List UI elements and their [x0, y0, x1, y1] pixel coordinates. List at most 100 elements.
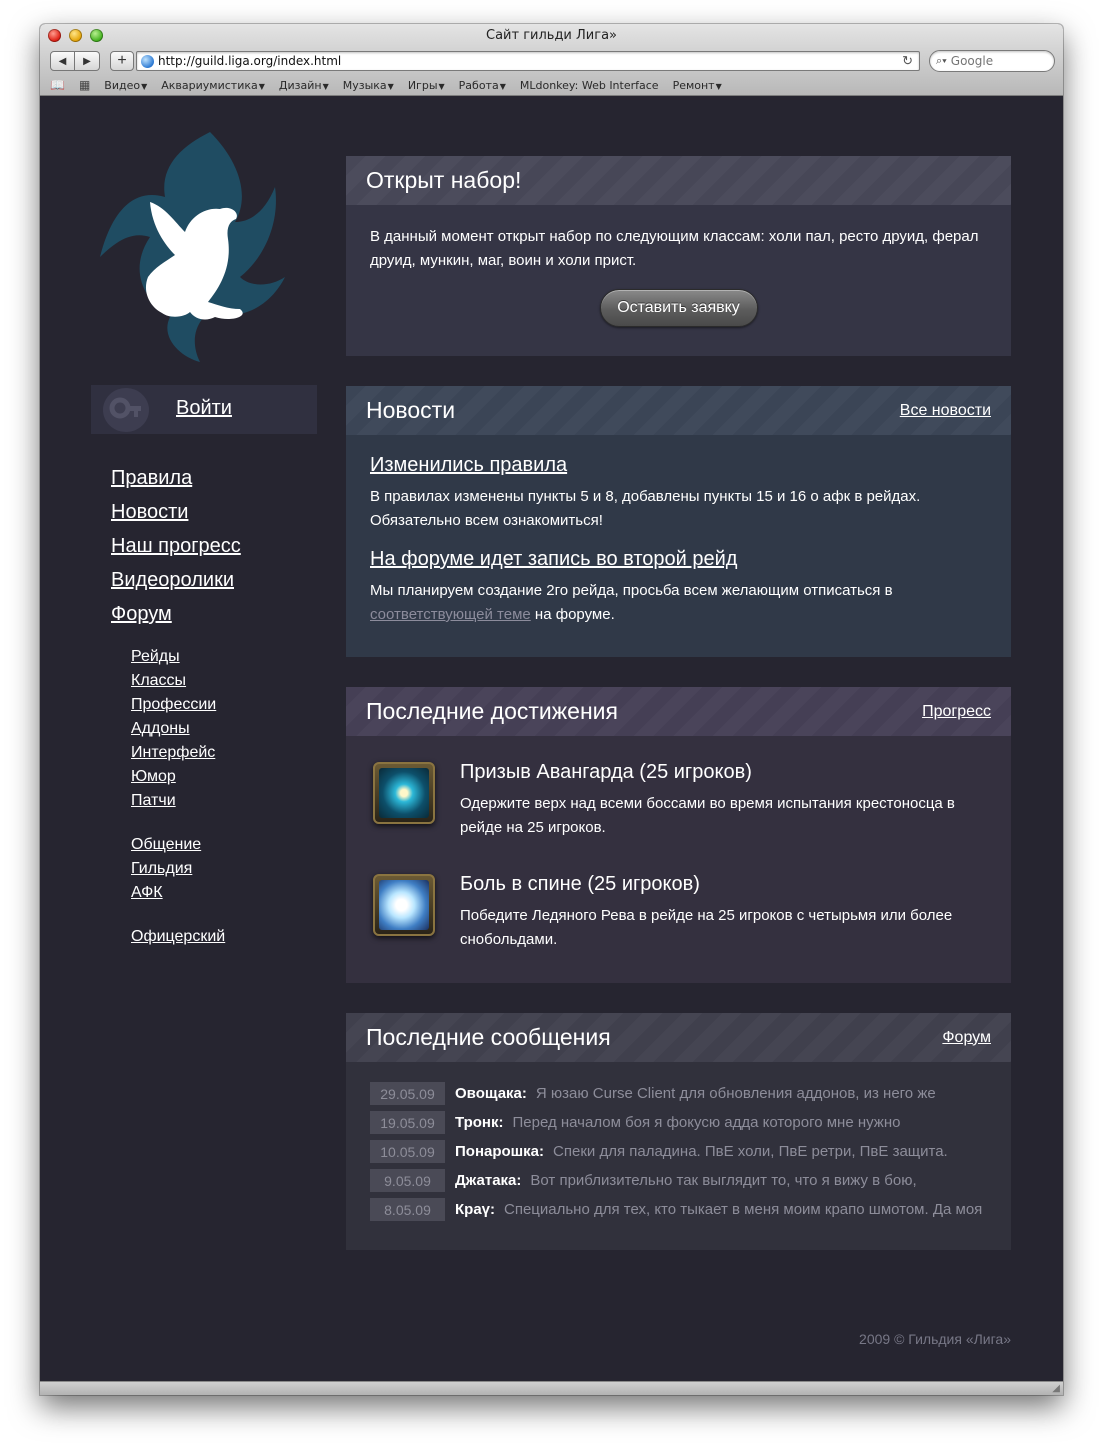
achievement-description: Победите Ледяного Рева в рейде на 25 игр…: [460, 907, 953, 948]
achievement-title: Призыв Авангарда (25 игроков): [460, 761, 752, 783]
message-row[interactable]: 8.05.09 Краү: Специально для тех, кто тыка…: [370, 1195, 987, 1224]
login-box: Войти: [91, 385, 317, 434]
message-date: 9.05.09: [370, 1169, 445, 1192]
message-row[interactable]: 19.05.09 Тронк: Перед началом боя я фокусю…: [370, 1108, 987, 1137]
chevron-down-icon: ▼: [322, 81, 329, 91]
news-item-text: В правилах изменены пункты 5 и 8, добавл…: [370, 488, 921, 529]
chevron-down-icon: ▼: [387, 81, 394, 91]
chevron-down-icon: ▼: [141, 81, 148, 91]
achievement-item: Призыв Авангарда (25 игроков) Одержите в…: [370, 760, 987, 850]
message-date: 29.05.09: [370, 1082, 445, 1105]
login-link[interactable]: Войти: [176, 397, 232, 420]
message-text: Спеки для паладина. ПвЕ холи, ПвЕ ретри,…: [553, 1142, 948, 1160]
forum-section-link[interactable]: Рейды: [131, 645, 216, 669]
bookmark-item[interactable]: Аквариумистика▼: [161, 79, 265, 92]
achievements-panel: Последние достижения Прогресс Призыв Ава…: [346, 687, 1011, 983]
progress-link[interactable]: Прогресс: [922, 703, 991, 721]
message-text: Специально для тех, кто тыкает в меня мо…: [504, 1200, 983, 1218]
grid-icon[interactable]: ▦: [79, 78, 90, 92]
messages-panel: Последние сообщения Форум 29.05.09 Овощак…: [346, 1013, 1011, 1250]
message-date: 8.05.09: [370, 1198, 445, 1221]
achievement-description: Одержите верх над всеми боссами во время…: [460, 795, 955, 836]
apply-button[interactable]: Оставить заявку: [599, 289, 758, 327]
message-row[interactable]: 29.05.09 Овощака: Я юзаю Curse Client для …: [370, 1079, 987, 1108]
achievement-item: Боль в спине (25 игроков) Победите Ледян…: [370, 872, 987, 962]
forum-section-link[interactable]: Юмор: [131, 765, 216, 789]
bookmark-item[interactable]: Музыка▼: [343, 79, 394, 92]
news-item-text: Мы планируем создание 2го рейда, просьба…: [370, 579, 987, 627]
forum-section-link[interactable]: Профессии: [131, 693, 216, 717]
add-bookmark-button[interactable]: +: [110, 51, 134, 71]
book-icon[interactable]: 📖: [50, 78, 65, 92]
messages-header: Последние сообщения Форум: [346, 1013, 1011, 1062]
forum-section-link[interactable]: Аддоны: [131, 717, 216, 741]
message-author: Овощака:: [455, 1084, 527, 1102]
history-buttons: ◀ ▶: [50, 51, 100, 71]
forum-subnav-group: Рейды Классы Профессии Аддоны Интерфейс Юмор П…: [131, 645, 216, 813]
back-button[interactable]: ◀: [50, 51, 75, 71]
site-globe-icon: [141, 54, 154, 68]
forum-section-link[interactable]: Классы: [131, 669, 216, 693]
forum-topic-link[interactable]: соответствующей теме: [370, 606, 531, 623]
bookmark-item[interactable]: MLdonkey: Web Interface: [520, 79, 659, 92]
chevron-down-icon: ▼: [258, 81, 265, 91]
address-bar[interactable]: http://guild.liga.org/index.html ↻: [136, 51, 920, 71]
forum-section-link[interactable]: Патчи: [131, 789, 216, 813]
window-title: Сайт гильди Лига»: [486, 28, 617, 43]
main-nav-link[interactable]: Правила: [111, 461, 241, 495]
snowball-achievement-icon: [373, 874, 435, 936]
chevron-down-icon: ▼: [715, 81, 722, 91]
search-icon: ⌕▾: [936, 54, 947, 67]
bookmarks-bar: 📖 ▦ Видео▼ Аквариумистика▼ Дизайн▼ Музыка▼ И…: [50, 77, 736, 93]
forum-section-link[interactable]: Общение: [131, 833, 201, 857]
forum-section-link[interactable]: Интерфейс: [131, 741, 216, 765]
page-content: Войти Правила Новости Наш прогресс Видеорол…: [40, 97, 1063, 1381]
bookmark-item[interactable]: Ремонт▼: [673, 79, 722, 92]
chevron-down-icon: ▼: [499, 81, 506, 91]
browser-chrome: Сайт гильди Лига» ◀ ▶ + http://guild.lig…: [40, 24, 1063, 96]
main-nav-link[interactable]: Новости: [111, 495, 241, 529]
vanguard-achievement-icon: [373, 762, 435, 824]
forum-section-link[interactable]: АФК: [131, 881, 201, 905]
achievements-header: Последние достижения Прогресс: [346, 687, 1011, 736]
main-navigation: Правила Новости Наш прогресс Видеоролики Фор…: [111, 461, 241, 631]
forum-section-link[interactable]: Гильдия: [131, 857, 201, 881]
news-text-part: Мы планируем создание 2го рейда, просьба…: [370, 582, 893, 599]
news-header: Новости Все новости: [346, 386, 1011, 435]
news-item-title[interactable]: На форуме идет запись во второй рейд: [370, 548, 737, 570]
message-author: Понарошка:: [455, 1142, 545, 1160]
all-news-link[interactable]: Все новости: [900, 402, 991, 420]
bookmark-label: Игры: [407, 78, 438, 92]
message-row[interactable]: 10.05.09 Понарошка: Спеки для паладина. Пв…: [370, 1137, 987, 1166]
main-nav-link[interactable]: Видеоролики: [111, 563, 241, 597]
reload-icon[interactable]: ↻: [902, 53, 913, 69]
bookmark-label: MLdonkey: Web Interface: [519, 78, 659, 92]
message-text: Вот приблизительно так выглядит то, что …: [530, 1171, 917, 1189]
messages-list: 29.05.09 Овощака: Я юзаю Curse Client для …: [346, 1062, 1011, 1244]
news-item-title[interactable]: Изменились правила: [370, 454, 567, 476]
resize-grip-icon[interactable]: ◢: [1052, 1383, 1060, 1394]
bookmark-item[interactable]: Дизайн▼: [279, 79, 329, 92]
recruit-text: В данный момент открыт набор по следующи…: [370, 228, 979, 269]
chevron-down-icon: ▼: [438, 81, 445, 91]
bookmark-item[interactable]: Работа▼: [459, 79, 506, 92]
news-item: Изменились правила В правилах изменены п…: [370, 453, 987, 533]
message-text: Я юзаю Curse Client для обновления аддон…: [535, 1084, 936, 1102]
message-row[interactable]: 9.05.09 Джатака: Вот приблизительно так вы…: [370, 1166, 987, 1195]
browser-window: Сайт гильди Лига» ◀ ▶ + http://guild.lig…: [40, 24, 1063, 1395]
main-nav-link[interactable]: Наш прогресс: [111, 529, 241, 563]
bookmark-item[interactable]: Видео▼: [104, 79, 147, 92]
bookmark-label: Дизайн: [278, 78, 322, 92]
main-nav-link[interactable]: Форум: [111, 597, 241, 631]
bookmark-label: Видео: [104, 78, 141, 92]
message-author: Джатака:: [455, 1171, 522, 1189]
bookmark-item[interactable]: Игры▼: [408, 79, 445, 92]
search-input[interactable]: [950, 54, 1041, 68]
forum-section-link[interactable]: Офицерский: [131, 925, 225, 949]
forward-button[interactable]: ▶: [75, 51, 100, 71]
search-box[interactable]: ⌕▾: [929, 50, 1055, 72]
bookmark-label: Работа: [458, 78, 499, 92]
bookmark-label: Ремонт: [672, 78, 715, 92]
forum-link[interactable]: Форум: [942, 1029, 991, 1047]
footer-copyright: 2009 © Гильдия «Лига»: [859, 1331, 1011, 1347]
